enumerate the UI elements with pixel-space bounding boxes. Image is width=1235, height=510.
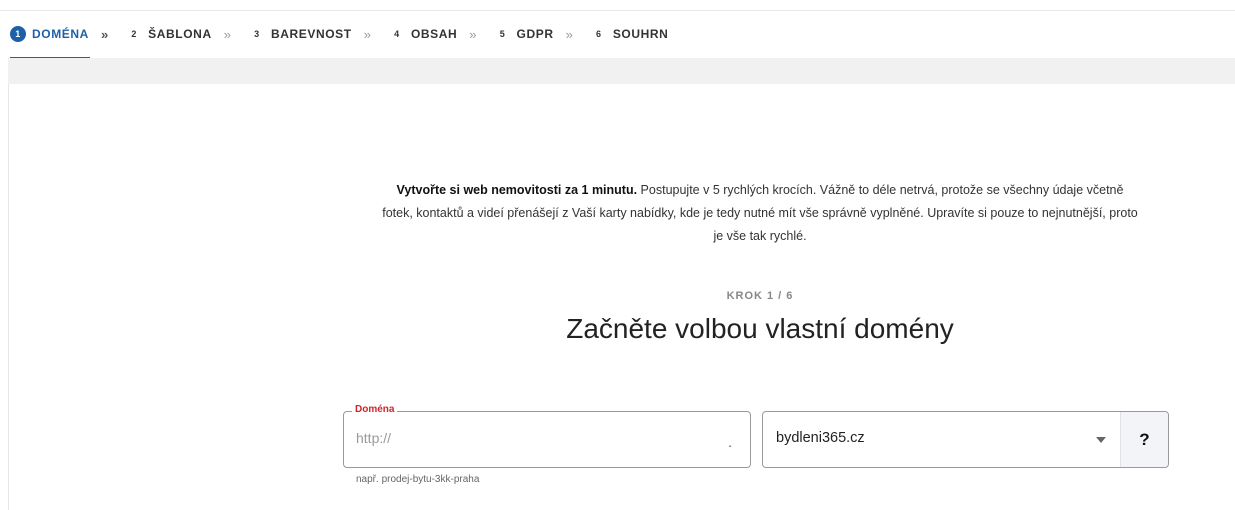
intro-bold: Vytvořte si web nemovitosti za 1 minutu. [396, 183, 638, 197]
help-button[interactable]: ? [1120, 412, 1168, 467]
domain-input[interactable] [356, 430, 716, 446]
step-label: OBSAH [410, 27, 458, 41]
step-number: 1 [10, 26, 26, 42]
step-domena[interactable]: 1 DOMÉNA [10, 26, 89, 42]
step-label: DOMÉNA [32, 27, 89, 41]
tld-select[interactable]: bydleni365.cz ? [762, 411, 1169, 468]
step-number: 4 [394, 29, 400, 39]
step-number: 3 [254, 29, 260, 39]
step-separator-icon: » [363, 26, 371, 42]
wizard-stepper: 1 DOMÉNA » 2 ŠABLONA » 3 BAREVNOST » 4 O… [10, 22, 668, 46]
step-label: GDPR [516, 27, 554, 41]
intro-text: Vytvořte si web nemovitosti za 1 minutu.… [380, 179, 1140, 248]
page-title: Začněte volbou vlastní domény [566, 313, 954, 344]
step-separator-icon: » [565, 26, 573, 42]
content-left-border [8, 84, 9, 510]
step-gdpr[interactable]: 5 GDPR [495, 26, 554, 42]
step-separator-icon: » [100, 26, 109, 42]
step-souhrn[interactable]: 6 SOUHRN [591, 26, 669, 42]
top-divider [0, 10, 1235, 11]
domain-dot: . [728, 434, 732, 450]
step-label: SOUHRN [612, 27, 669, 41]
step-label: BAREVNOST [270, 27, 352, 41]
chevron-down-icon[interactable] [1096, 437, 1106, 443]
step-number: 6 [596, 29, 602, 39]
step-number: 2 [131, 29, 137, 39]
step-obsah[interactable]: 4 OBSAH [389, 26, 457, 42]
header-band [8, 58, 1235, 84]
step-sablona[interactable]: 2 ŠABLONA [126, 26, 212, 42]
domain-field-label: Doména [352, 404, 398, 415]
step-counter: KROK 1 / 6 [726, 290, 794, 302]
step-separator-icon: » [469, 26, 477, 42]
step-number: 5 [499, 29, 506, 39]
tld-select-value: bydleni365.cz [776, 430, 865, 446]
step-barevnost[interactable]: 3 BAREVNOST [249, 26, 352, 42]
step-separator-icon: » [223, 26, 231, 42]
domain-field: Doména . [343, 404, 751, 468]
domain-hint: např. prodej-bytu-3kk-praha [356, 474, 480, 485]
step-label: ŠABLONA [148, 27, 212, 41]
